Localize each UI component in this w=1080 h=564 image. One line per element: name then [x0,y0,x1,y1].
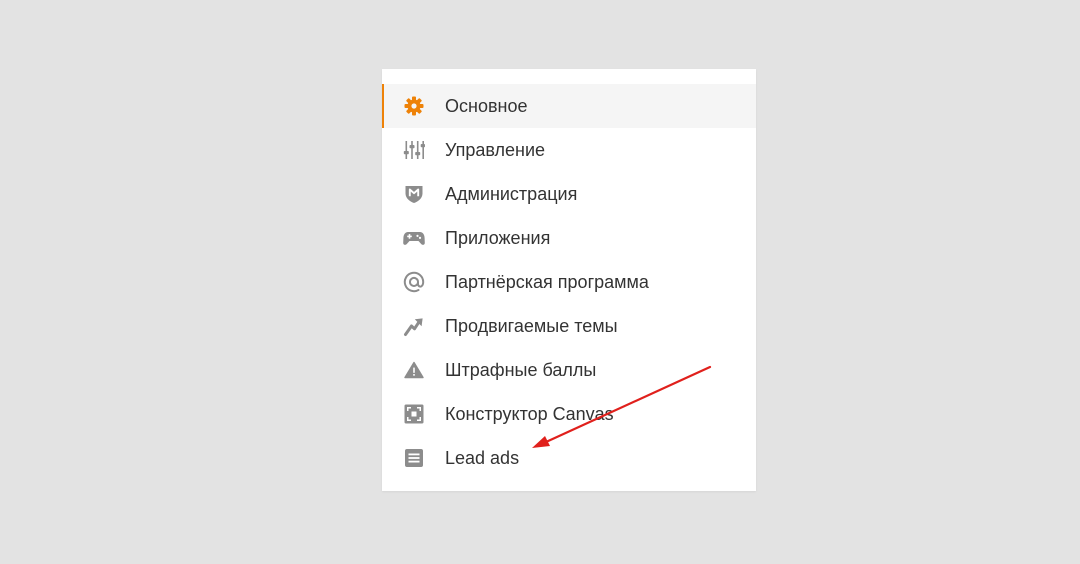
form-list-icon [403,447,425,469]
settings-menu-list: Основное Управление Администрация Прилож… [382,84,756,480]
menu-item-applications[interactable]: Приложения [382,216,756,260]
gamepad-icon [403,227,425,249]
at-icon [403,271,425,293]
menu-item-penalty-points[interactable]: Штрафные баллы [382,348,756,392]
warning-icon [403,359,425,381]
menu-item-label: Штрафные баллы [445,360,597,380]
shield-icon [403,183,425,205]
menu-item-label: Конструктор Canvas [445,404,614,424]
menu-item-label: Продвигаемые темы [445,316,618,336]
menu-item-management[interactable]: Управление [382,128,756,172]
menu-item-label: Управление [445,140,546,160]
menu-item-label: Приложения [445,228,551,248]
settings-menu-panel: Основное Управление Администрация Прилож… [382,69,756,491]
menu-item-canvas-builder[interactable]: Конструктор Canvas [382,392,756,436]
menu-item-label: Основное [445,96,528,116]
menu-item-label: Партнёрская программа [445,272,649,292]
menu-item-lead-ads[interactable]: Lead ads [382,436,756,480]
menu-item-main[interactable]: Основное [382,84,756,128]
sliders-icon [403,139,425,161]
canvas-icon [403,403,425,425]
menu-item-administration[interactable]: Администрация [382,172,756,216]
gear-icon [403,95,425,117]
menu-item-partner-program[interactable]: Партнёрская программа [382,260,756,304]
menu-item-label: Администрация [445,184,578,204]
menu-item-promoted-topics[interactable]: Продвигаемые темы [382,304,756,348]
trend-arrow-icon [403,315,425,337]
menu-item-label: Lead ads [445,448,520,468]
